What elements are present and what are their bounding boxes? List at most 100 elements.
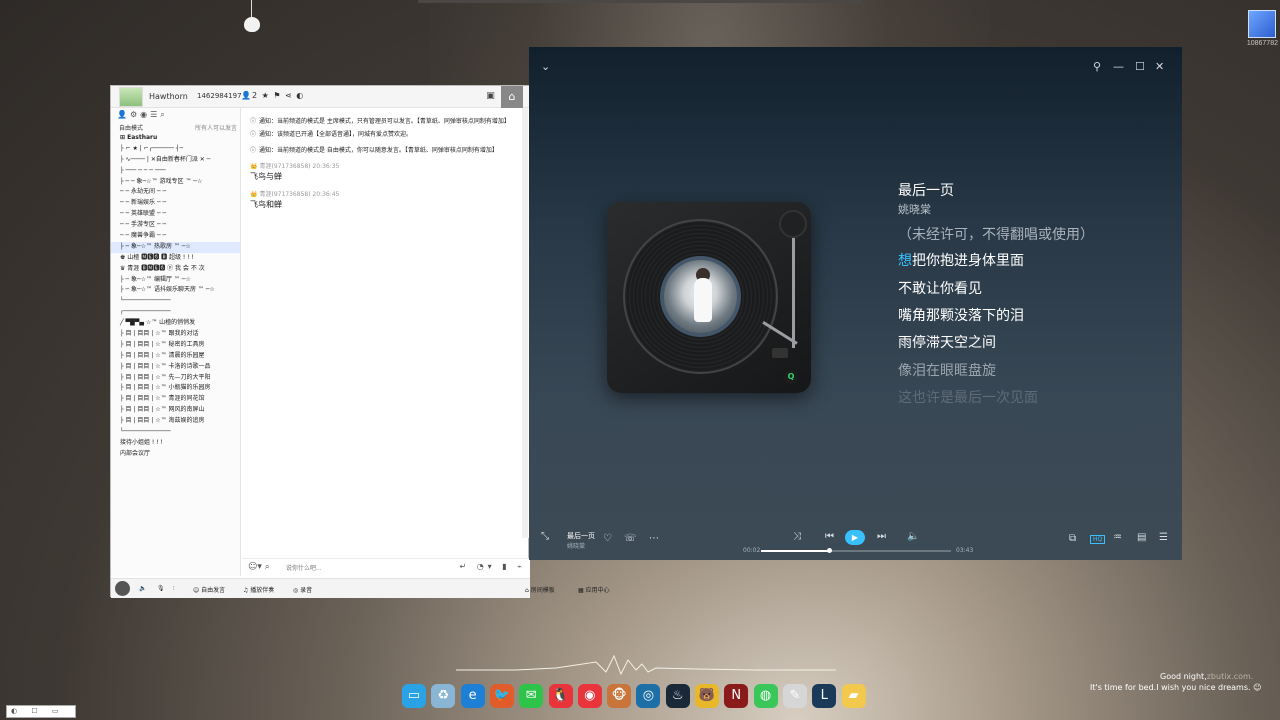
mic-icon[interactable]: 🎙 [157, 585, 165, 592]
notepad-icon[interactable]: ✎ [782, 684, 807, 708]
send-controls[interactable]: ↵ ◔▾ ▮ ⌁ [459, 562, 526, 571]
netease-music-icon[interactable]: ◉ [577, 684, 602, 708]
free-speak-button[interactable]: ☺ 自由发言 [193, 585, 225, 594]
playlist-icon[interactable]: ☰ [1159, 532, 1168, 543]
message-sender[interactable]: 青涯(971736858) 20:36:45 [250, 189, 339, 198]
sidebar-channel-item[interactable]: ├ 目 | 目目 | ☆™ 先—刀的大平阳 [111, 373, 240, 384]
shuffle-icon[interactable]: ⤨ [793, 531, 801, 542]
message-sender[interactable]: 青涯(971736858) 20:36:35 [250, 161, 339, 170]
free-speak-label: 自由发言 [201, 587, 226, 594]
sidebar-channel-item[interactable]: ┌───────────── [111, 307, 240, 318]
collapse-icon[interactable]: ⌄ [541, 60, 550, 73]
sidebar-channel-item[interactable]: ├ 目 | 目目 | ☆™ 小瓶猫的乐园房 [111, 383, 240, 394]
sidebar-channel-item[interactable]: ├ ⌐ ★ | ⌐┌────── ┤─ [111, 144, 240, 155]
folder-icon[interactable]: ▰ [841, 684, 866, 708]
lyrics-icon[interactable]: ▤ [1137, 532, 1146, 543]
channel-mode[interactable]: 自由模式 所有人可以发言 [111, 122, 240, 133]
qq-red-icon[interactable]: 🐧 [548, 684, 573, 708]
location-icon[interactable]: ◉ [140, 110, 150, 119]
sidebar-channel-item[interactable]: ├ ─ ─ 象─☆™ 游戏专区 ™ ─☆ [111, 177, 240, 188]
avatar[interactable] [119, 87, 143, 107]
comment-icon[interactable]: ☏ [624, 533, 637, 544]
app-center-button[interactable]: ▦ 应用中心 [578, 585, 610, 594]
tray-line-2-text: It's time for bed.I wish you nice dreams… [1090, 683, 1251, 692]
steam-icon[interactable]: ♨ [665, 684, 690, 708]
sidebar-channel-item[interactable]: ♛ 青涯 🅱🅼🅴🅶 ⓟ 我 会 不 次 [111, 264, 240, 275]
close-icon[interactable]: ✕ [1155, 60, 1164, 73]
desktop-icon[interactable]: ▭ [402, 684, 426, 708]
album-art [660, 256, 741, 337]
sidebar-channel-item[interactable]: ├ ─── ─ ─ ─ ─── [111, 166, 240, 177]
league-icon[interactable]: L [812, 684, 837, 708]
qq-bird-icon[interactable]: 🐦 [489, 684, 514, 708]
app-center-label: 应用中心 [585, 587, 610, 594]
sidebar-channel-item[interactable]: ├ ─ 象─☆™ 语抖娱乐聊天房 ™ ─☆ [111, 285, 240, 296]
sidebar-channel-item[interactable]: └───────────── [111, 296, 240, 307]
android-icon[interactable]: ◍ [753, 684, 778, 708]
home-icon[interactable]: ⌂ [501, 86, 523, 108]
naraka-icon[interactable]: N [724, 684, 749, 708]
footer-avatar[interactable] [115, 581, 130, 596]
play-button[interactable]: ▶ [845, 530, 865, 545]
quality-badge[interactable]: HQ [1090, 535, 1106, 544]
equalizer-icon[interactable]: ♒ [1113, 532, 1122, 543]
sidebar-channel-item[interactable]: 内部会议厅 [111, 449, 240, 460]
progress-bar[interactable] [761, 548, 951, 553]
like-icon[interactable]: ♡ [603, 533, 612, 544]
mini-toolbar[interactable]: ◐ ☐ ▭ [6, 705, 76, 718]
search-icon[interactable]: ⌕ [160, 110, 167, 119]
sidebar-channel-item[interactable]: ├ 目 | 目目 | ☆™ 清晨的乐园屋 [111, 351, 240, 362]
song-artist[interactable]: 姚晓棠 [898, 201, 931, 217]
previous-icon[interactable]: ⏮ [825, 531, 834, 542]
emoji-icon[interactable]: ☺▾ ⌕ [248, 562, 270, 572]
sidebar-channel-item[interactable]: ├ ─ 象─☆™ 编辑厅 ™ ─☆ [111, 275, 240, 286]
sidebar-channel-item[interactable]: ─ ─ 魔兽争霸 ─ ─ [111, 231, 240, 242]
progress-knob[interactable] [827, 548, 833, 553]
sidebar-channel-item[interactable]: └───────────── [111, 427, 240, 438]
sidebar-channel-item[interactable]: ─ ─ 新瑞娱乐 ─ ─ [111, 198, 240, 209]
bar-artist[interactable]: 姚晓棠 [567, 541, 585, 550]
sidebar-channel-item[interactable]: ├ 目 | 目目 | ☆™ 跟我的对话 [111, 329, 240, 340]
mixer-icon[interactable]: ⫶ [173, 585, 175, 593]
sidebar-channel-item[interactable]: ─ ─ 永劫无间 ─ ─ [111, 187, 240, 198]
sidebar-channel-item[interactable]: ╱ ▀█▀▄ ☆™ 山楂的悄悄发 [111, 318, 240, 329]
sidebar-channel-item[interactable]: ─ ─ 手游专区 ─ ─ [111, 220, 240, 231]
sidebar-channel-item[interactable]: ─ ─ 英雄联盟 ─ ─ [111, 209, 240, 220]
qq-channel-window: Hawthorn 1462984197 👤2 ★ ⚑ ⋖ ◐ ▣ ⌂ 👤⚙◉☰⌕… [110, 85, 610, 598]
expand-icon[interactable]: ⤡ [541, 531, 549, 542]
sidebar-channel-item[interactable]: ├ 目 | 目目 | ☆™ 青涯的同花馆 [111, 394, 240, 405]
user-icon[interactable]: 👤 [117, 110, 130, 119]
sidebar-channel-item[interactable]: ├ 目 | 目目 | ☆™ 秘密的工具房 [111, 340, 240, 351]
logo-number: 10867782 [1246, 40, 1278, 47]
room-template-button[interactable]: ⌂ 房间模板 [525, 585, 555, 594]
copy-icon[interactable]: ⧉ [1069, 533, 1076, 544]
camera-icon[interactable]: ▣ [485, 91, 496, 102]
record-button[interactable]: ◎ 录音 [293, 585, 312, 594]
wechat-icon[interactable]: ✉ [519, 684, 544, 708]
recycle-icon[interactable]: ♻ [431, 684, 456, 708]
sidebar-channel-item[interactable]: ♚ 山楂 🅼🅴🅶 🅱 超级 ! ! ! [111, 253, 240, 264]
next-icon[interactable]: ⏭ [877, 531, 886, 542]
monkey-icon[interactable]: 🐵 [607, 684, 632, 708]
sidebar-channel-item[interactable]: ├ 目 | 目目 | ☆™ 淘兹娱的追房 [111, 416, 240, 427]
sidebar-channel-item[interactable]: ├ ─ 象─☆™ 热歌房 ™ ─☆ [111, 241, 240, 253]
server-name[interactable]: ⊞ Eastharu [111, 133, 240, 144]
list-icon[interactable]: ☰ [150, 110, 160, 119]
maximize-icon[interactable]: ☐ [1135, 60, 1145, 73]
bar-song-title[interactable]: 最后一页 [567, 531, 595, 541]
speaker-icon[interactable]: 🔈 [139, 585, 146, 592]
sidebar-channel-item[interactable]: ├ 目 | 目目 | ☆™ 卡洛的诗歌一品 [111, 362, 240, 373]
minimize-icon[interactable]: — [1113, 60, 1124, 73]
settings-icon[interactable]: ⚙ [130, 110, 140, 119]
sidebar-channel-item[interactable]: 接待小姐姐 ! ! ! [111, 438, 240, 449]
more-icon[interactable]: ⋯ [649, 533, 659, 544]
volume-icon[interactable]: 🔈 [907, 531, 919, 542]
bear-icon[interactable]: 🐻 [695, 684, 719, 708]
edge-icon[interactable]: e [460, 684, 485, 708]
sidebar-channel-item[interactable]: ├ ∿──── | ✕自由新春杯门派 ✕ ─ [111, 155, 240, 166]
chat-scrollbar[interactable] [522, 108, 528, 538]
steam-like-icon[interactable]: ◎ [636, 684, 661, 708]
pin-icon[interactable]: ⚲ [1093, 60, 1101, 73]
sidebar-channel-item[interactable]: ├ 目 | 目目 | ☆™ 网风的南屏山 [111, 405, 240, 416]
music-accompany-button[interactable]: ♫ 播放伴奏 [243, 585, 274, 594]
